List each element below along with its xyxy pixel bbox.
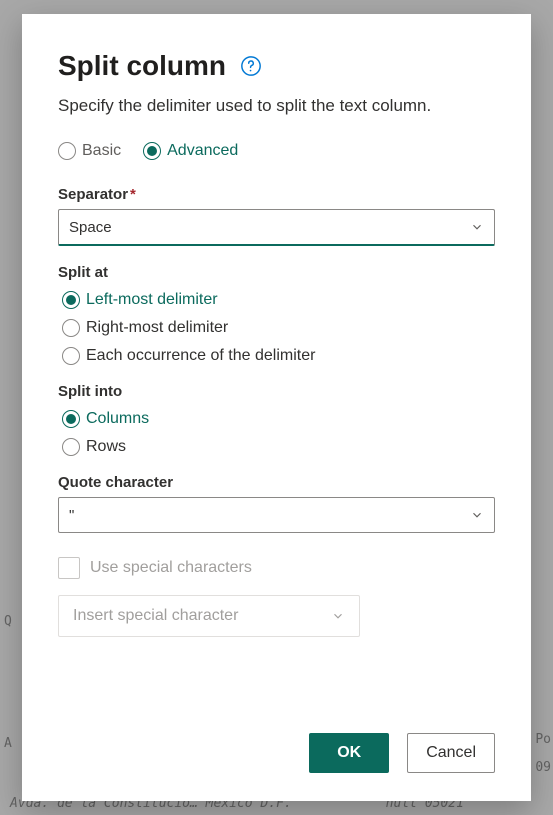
- required-asterisk: *: [130, 186, 136, 203]
- checkbox-box-icon: [58, 557, 80, 579]
- chevron-down-icon: [470, 220, 484, 234]
- mode-basic-radio[interactable]: Basic: [58, 142, 121, 160]
- chevron-down-icon: [470, 508, 484, 522]
- cancel-button[interactable]: Cancel: [407, 733, 495, 773]
- mode-advanced-radio[interactable]: Advanced: [143, 142, 238, 160]
- radio-circle-icon: [62, 347, 80, 365]
- chevron-down-icon: [331, 609, 345, 623]
- split-into-rows-radio[interactable]: Rows: [62, 438, 495, 456]
- split-at-label: Split at: [58, 264, 495, 281]
- radio-circle-icon: [62, 291, 80, 309]
- mode-advanced-label: Advanced: [167, 142, 238, 160]
- quote-char-value: ": [69, 507, 74, 524]
- separator-dropdown[interactable]: Space: [58, 209, 495, 246]
- radio-circle-icon: [62, 319, 80, 337]
- split-into-rows-label: Rows: [86, 438, 126, 456]
- mode-basic-label: Basic: [82, 142, 121, 160]
- dialog-title: Split column: [58, 50, 226, 82]
- separator-value: Space: [69, 219, 112, 236]
- split-at-left-label: Left-most delimiter: [86, 291, 218, 309]
- split-into-columns-label: Columns: [86, 410, 149, 428]
- insert-special-char-label: Insert special character: [73, 607, 238, 625]
- quote-char-label: Quote character: [58, 474, 495, 491]
- use-special-chars-checkbox[interactable]: Use special characters: [58, 557, 495, 579]
- radio-circle-icon: [58, 142, 76, 160]
- insert-special-char-button: Insert special character: [58, 595, 360, 637]
- split-into-label: Split into: [58, 383, 495, 400]
- split-at-left-radio[interactable]: Left-most delimiter: [62, 291, 495, 309]
- separator-label: Separator*: [58, 186, 495, 203]
- quote-char-dropdown[interactable]: ": [58, 497, 495, 533]
- ok-button[interactable]: OK: [309, 733, 389, 773]
- split-at-each-label: Each occurrence of the delimiter: [86, 347, 315, 365]
- use-special-chars-label: Use special characters: [90, 559, 252, 577]
- split-column-dialog: Split column Specify the delimiter used …: [22, 14, 531, 801]
- radio-circle-icon: [143, 142, 161, 160]
- radio-circle-icon: [62, 410, 80, 428]
- radio-circle-icon: [62, 438, 80, 456]
- split-at-each-radio[interactable]: Each occurrence of the delimiter: [62, 347, 495, 365]
- help-icon[interactable]: [240, 55, 262, 77]
- dialog-subtitle: Specify the delimiter used to split the …: [58, 96, 495, 116]
- split-at-right-label: Right-most delimiter: [86, 319, 228, 337]
- split-into-columns-radio[interactable]: Columns: [62, 410, 495, 428]
- split-at-right-radio[interactable]: Right-most delimiter: [62, 319, 495, 337]
